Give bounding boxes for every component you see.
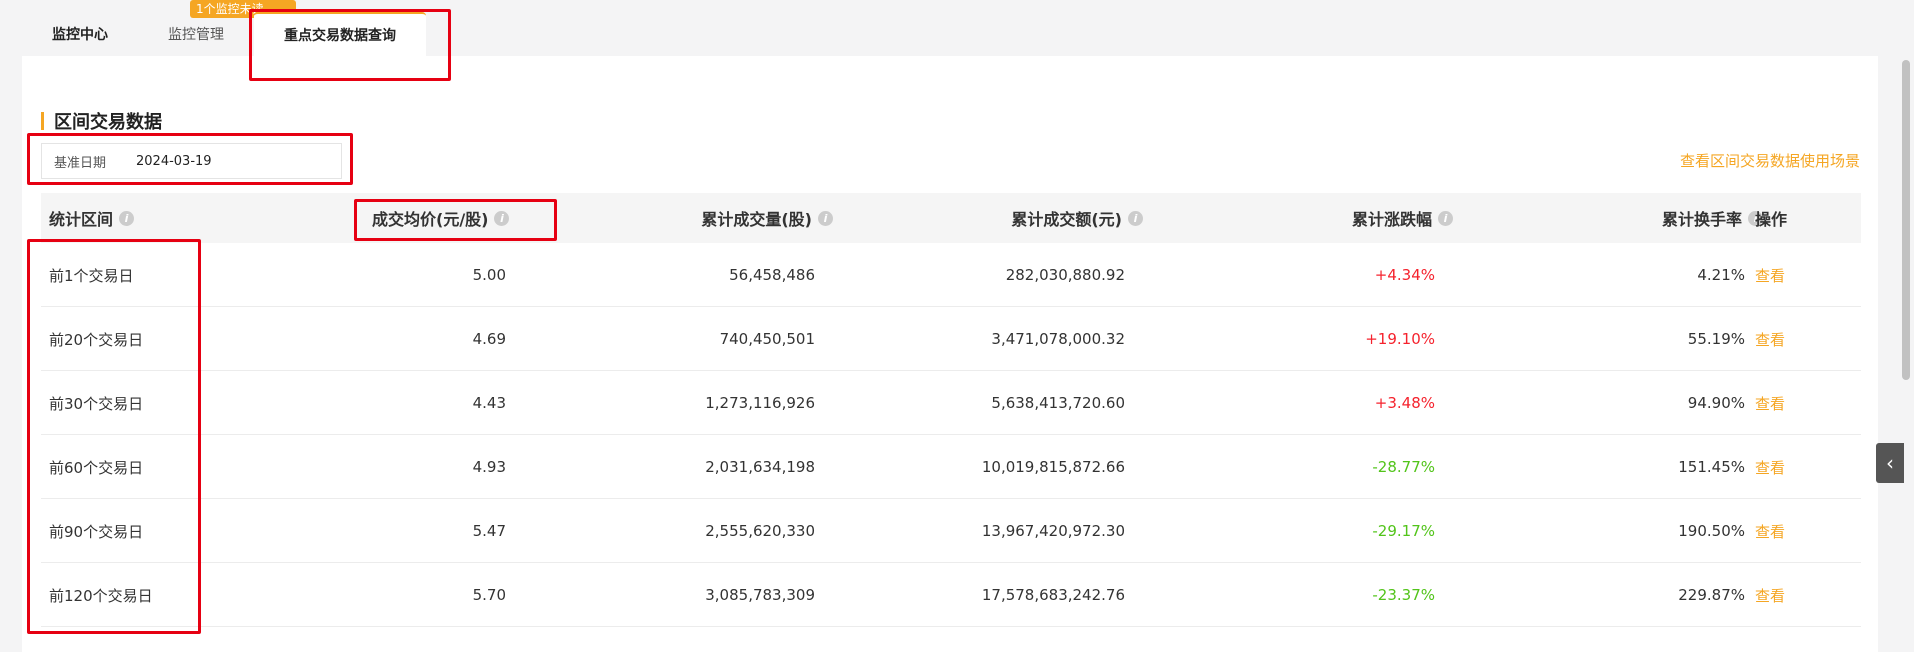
- table-row: 前1个交易日 5.00 56,458,486 282,030,880.92 +4…: [41, 243, 1861, 307]
- cell-period: 前120个交易日: [49, 586, 153, 605]
- cell-avg-price: 4.43: [472, 394, 506, 412]
- cell-volume: 2,555,620,330: [705, 522, 815, 540]
- base-date-label: 基准日期: [54, 155, 107, 171]
- header-change-label: 累计涨跌幅: [1351, 210, 1432, 229]
- cell-volume: 1,273,116,926: [705, 394, 815, 412]
- header-amount: 累计成交额(元) i: [911, 193, 1143, 243]
- header-turnover: 累计换手率 i: [1531, 193, 1763, 243]
- cell-avg-price: 4.69: [472, 330, 506, 348]
- table-row: 前120个交易日 5.70 3,085,783,309 17,578,683,2…: [41, 563, 1861, 627]
- cell-change: +19.10%: [1365, 330, 1435, 348]
- cell-avg-price: 5.00: [472, 266, 506, 284]
- cell-avg-price: 5.47: [472, 522, 506, 540]
- info-icon[interactable]: i: [1438, 210, 1453, 226]
- info-icon[interactable]: i: [1128, 210, 1143, 226]
- cell-volume: 56,458,486: [729, 266, 815, 284]
- section-title-text: 区间交易数据: [54, 112, 162, 133]
- info-icon[interactable]: i: [119, 210, 135, 226]
- scrollbar-thumb[interactable]: [1902, 60, 1910, 380]
- cell-turnover: 55.19%: [1687, 330, 1745, 348]
- header-period-label: 统计区间: [49, 210, 114, 229]
- cell-period: 前1个交易日: [49, 266, 134, 285]
- main-card: 区间交易数据 基准日期 2024-03-19 查看区间交易数据使用场景 统计区间…: [22, 56, 1878, 652]
- cell-change: -28.77%: [1372, 458, 1435, 476]
- table-row: 前30个交易日 4.43 1,273,116,926 5,638,413,720…: [41, 371, 1861, 435]
- view-button[interactable]: 查看: [1755, 243, 1785, 307]
- tab-monitor-management[interactable]: 监控管理: [138, 12, 254, 56]
- view-button[interactable]: 查看: [1755, 435, 1785, 499]
- tab-bar: 监控中心 监控管理 重点交易数据查询: [22, 12, 426, 56]
- cell-amount: 5,638,413,720.60: [991, 394, 1125, 412]
- cell-amount: 3,471,078,000.32: [991, 330, 1125, 348]
- cell-amount: 282,030,880.92: [1005, 266, 1125, 284]
- cell-change: +3.48%: [1374, 394, 1435, 412]
- cell-turnover: 190.50%: [1678, 522, 1745, 540]
- table-row: 前60个交易日 4.93 2,031,634,198 10,019,815,87…: [41, 435, 1861, 499]
- cell-change: -29.17%: [1372, 522, 1435, 540]
- cell-volume: 3,085,783,309: [705, 586, 815, 604]
- cell-period: 前90个交易日: [49, 522, 144, 541]
- cell-turnover: 151.45%: [1678, 458, 1745, 476]
- header-turnover-label: 累计换手率: [1661, 210, 1742, 229]
- cell-amount: 10,019,815,872.66: [981, 458, 1125, 476]
- cell-amount: 17,578,683,242.76: [981, 586, 1125, 604]
- chevron-left-icon[interactable]: ‹: [1876, 443, 1904, 483]
- tab-monitor-center[interactable]: 监控中心: [22, 12, 138, 56]
- page: 1个监控未读 监控中心 监控管理 重点交易数据查询 区间交易数据 基准日期 20…: [0, 0, 1914, 652]
- cell-change: +4.34%: [1374, 266, 1435, 284]
- cell-period: 前30个交易日: [49, 394, 144, 413]
- interval-trade-table: 统计区间 i 成交均价(元/股) i 累计成交量(股) i 累计成交额(元) i 累计涨…: [41, 193, 1861, 627]
- header-period: 统计区间 i: [49, 193, 135, 243]
- cell-change: -23.37%: [1372, 586, 1435, 604]
- cell-amount: 13,967,420,972.30: [981, 522, 1125, 540]
- header-volume: 累计成交量(股) i: [601, 193, 833, 243]
- info-icon[interactable]: i: [818, 210, 833, 226]
- cell-turnover: 4.21%: [1697, 266, 1745, 284]
- table-header: 统计区间 i 成交均价(元/股) i 累计成交量(股) i 累计成交额(元) i 累计涨…: [41, 193, 1861, 243]
- base-date-value[interactable]: 2024-03-19: [136, 154, 212, 169]
- view-button[interactable]: 查看: [1755, 307, 1785, 371]
- cell-avg-price: 5.70: [472, 586, 506, 604]
- scene-link[interactable]: 查看区间交易数据使用场景: [1680, 150, 1860, 171]
- table-row: 前20个交易日 4.69 740,450,501 3,471,078,000.3…: [41, 307, 1861, 371]
- cell-turnover: 229.87%: [1678, 586, 1745, 604]
- base-date-field[interactable]: 基准日期 2024-03-19: [41, 143, 342, 179]
- cell-volume: 740,450,501: [719, 330, 815, 348]
- cell-period: 前60个交易日: [49, 458, 144, 477]
- header-amount-label: 累计成交额(元): [1011, 210, 1122, 229]
- header-volume-label: 累计成交量(股): [701, 210, 812, 229]
- view-button[interactable]: 查看: [1755, 563, 1785, 627]
- tab-key-trade-query[interactable]: 重点交易数据查询: [254, 12, 426, 56]
- cell-volume: 2,031,634,198: [705, 458, 815, 476]
- section-title: 区间交易数据: [41, 108, 162, 134]
- header-change: 累计涨跌幅 i: [1221, 193, 1453, 243]
- view-button[interactable]: 查看: [1755, 499, 1785, 563]
- cell-turnover: 94.90%: [1687, 394, 1745, 412]
- table-row: 前90个交易日 5.47 2,555,620,330 13,967,420,97…: [41, 499, 1861, 563]
- view-button[interactable]: 查看: [1755, 371, 1785, 435]
- section-title-bar: [41, 112, 44, 130]
- cell-avg-price: 4.93: [472, 458, 506, 476]
- header-action: 操作: [1755, 210, 1788, 229]
- page-scrollbar[interactable]: [1902, 0, 1910, 652]
- info-icon[interactable]: i: [494, 210, 510, 226]
- cell-period: 前20个交易日: [49, 330, 144, 349]
- header-avg-price: 成交均价(元/股) i: [372, 193, 510, 243]
- header-avg-price-label: 成交均价(元/股): [372, 210, 489, 229]
